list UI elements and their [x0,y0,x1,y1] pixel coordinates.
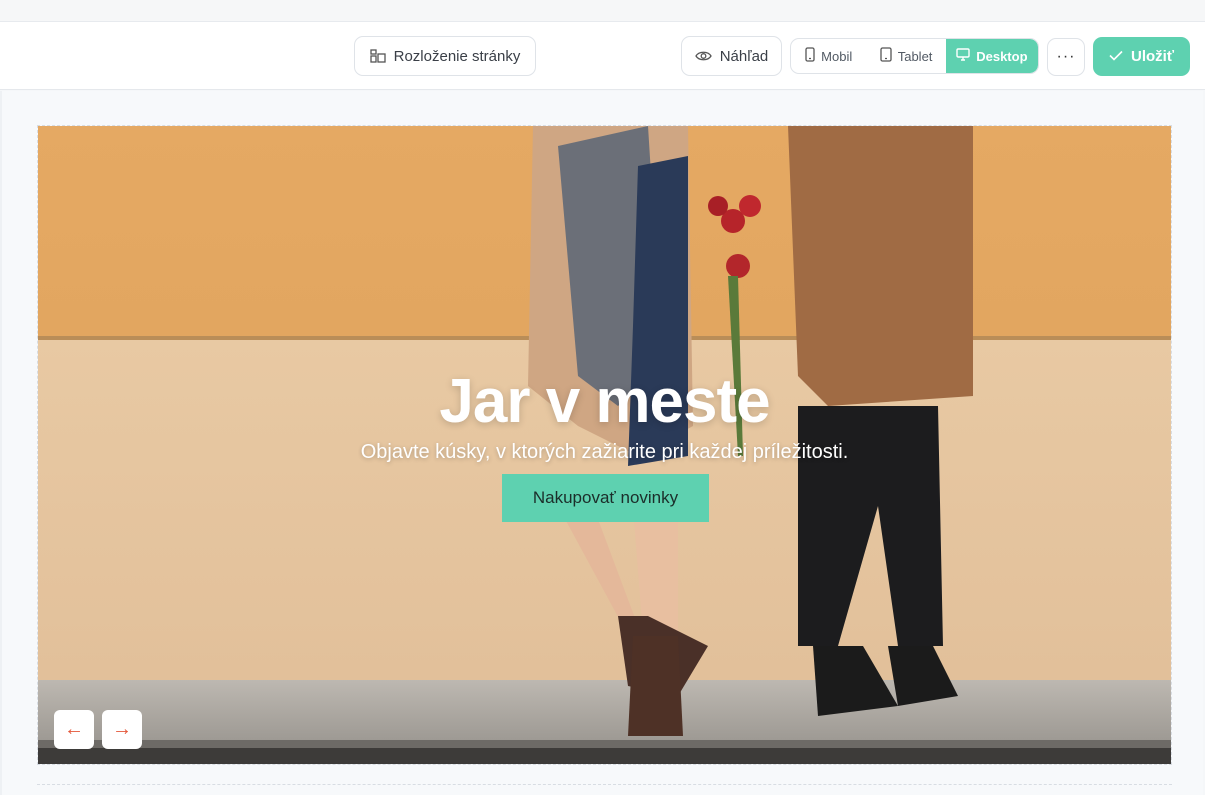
save-button[interactable]: Uložiť [1093,37,1190,76]
slider-prev-button[interactable]: ← [54,710,94,749]
page-layout-button[interactable]: Rozloženie stránky [354,36,536,76]
shop-new-arrivals-button[interactable]: Nakupovať novinky [502,474,709,522]
device-tablet-label: Tablet [897,48,933,64]
eye-icon [694,50,712,62]
device-desktop-button[interactable]: Desktop [945,39,1038,73]
device-mobile-label: Mobil [821,48,853,64]
preview-button[interactable]: Náhľad [681,36,782,76]
top-strip [0,0,1205,22]
monitor-icon [956,48,970,64]
hero-title: Jar v meste [439,367,770,436]
check-icon [1109,48,1123,65]
tablet-icon [880,47,892,65]
hero-subtitle: Objavte kúsky, v ktorých zažiarite pri k… [360,441,849,463]
device-mobile-button[interactable]: Mobil [791,39,866,73]
hero-slider[interactable]: Jar v meste Objavte kúsky, v ktorých zaž… [37,125,1172,765]
device-switcher: Mobil Tablet Desktop [790,38,1039,74]
slider-next-button[interactable]: → [102,710,142,749]
arrow-right-icon: → [112,718,132,740]
device-tablet-button[interactable]: Tablet [866,39,945,73]
device-desktop-label: Desktop [976,48,1028,64]
more-icon: ··· [1056,48,1076,65]
arrow-left-icon: ← [64,718,84,740]
hero-content: Jar v meste Objavte kúsky, v ktorých zaž… [38,126,1171,764]
editor-toolbar: Rozloženie stránky Náhľad Mobil Tablet D… [0,22,1205,90]
next-section-placeholder [37,784,1172,795]
page-layout-label: Rozloženie stránky [393,47,521,65]
phone-icon [805,47,815,65]
save-label: Uložiť [1130,48,1174,65]
preview-label: Náhľad [719,47,769,65]
layout-icon [369,49,386,63]
more-options-button[interactable]: ··· [1047,38,1085,76]
